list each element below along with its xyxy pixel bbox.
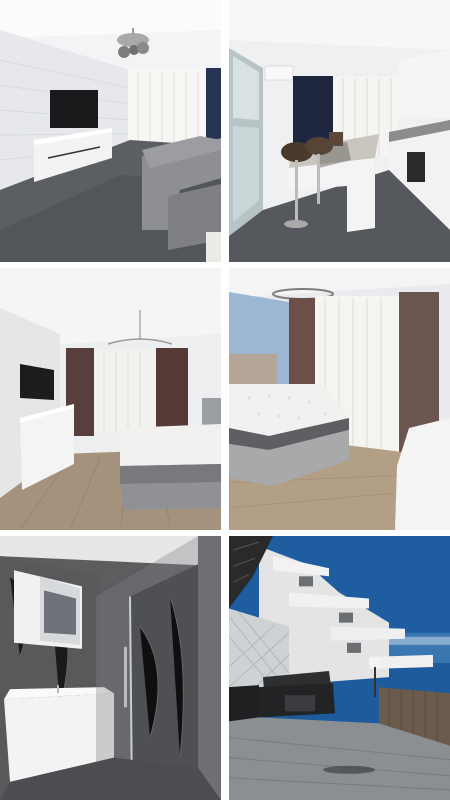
photo-terrace[interactable] [229,536,450,800]
photo-bathroom[interactable] [0,536,221,800]
photo-bedroom-2[interactable] [229,268,450,530]
photo-kitchen[interactable] [229,0,450,262]
photo-gallery [0,0,450,800]
photo-living-room[interactable] [0,0,221,262]
photo-bedroom-1[interactable] [0,268,221,530]
